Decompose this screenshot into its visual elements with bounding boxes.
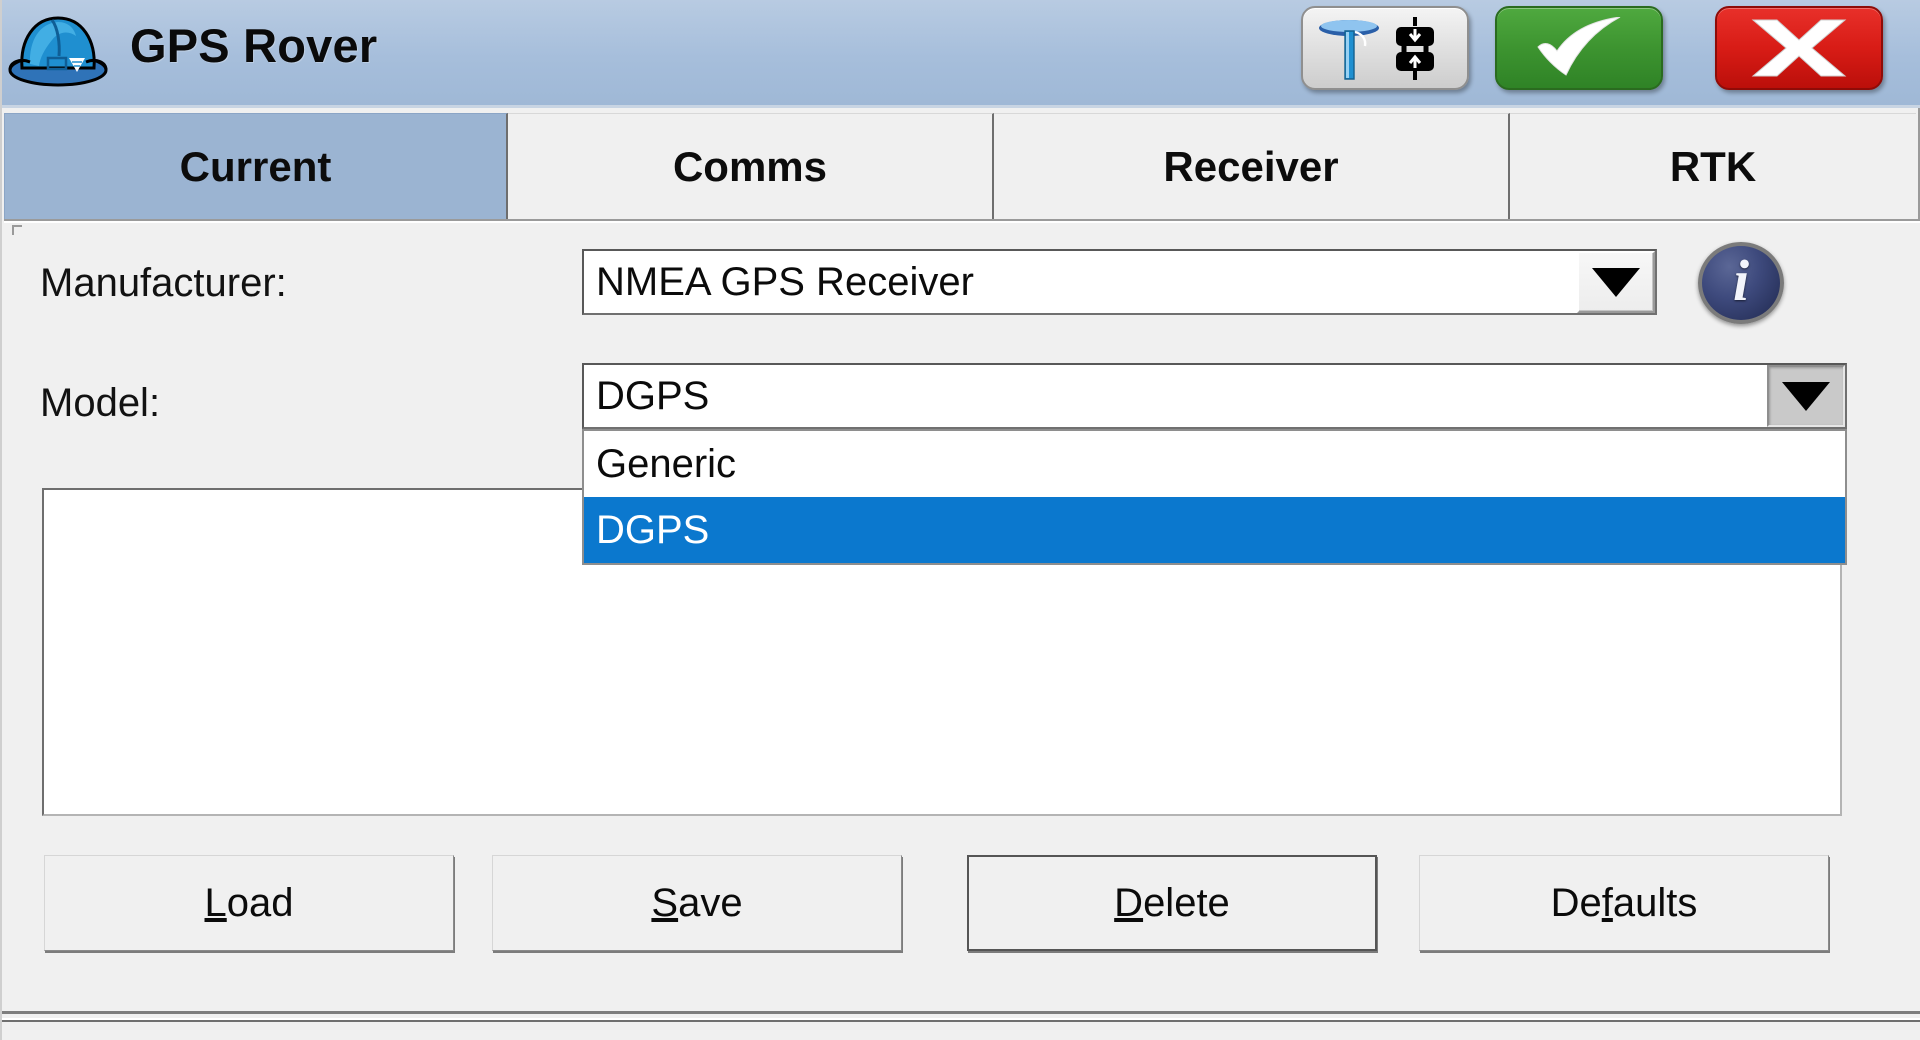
close-button[interactable] — [1715, 6, 1883, 90]
save-button[interactable]: Save — [492, 855, 902, 951]
connect-receiver-button[interactable] — [1301, 6, 1469, 90]
delete-accel: D — [1114, 881, 1143, 926]
manufacturer-dropdown-button[interactable] — [1577, 251, 1655, 313]
tab-receiver[interactable]: Receiver — [994, 113, 1510, 219]
load-rest: oad — [227, 881, 294, 926]
model-dropdown-button[interactable] — [1767, 365, 1845, 427]
title-bar: GPS Rover — [2, 0, 1920, 108]
model-label: Model: — [40, 381, 160, 426]
info-button[interactable]: i — [1698, 242, 1784, 324]
x-close-icon — [1749, 17, 1849, 79]
dropdown-option-dgps[interactable]: DGPS — [584, 497, 1845, 563]
checkmark-icon — [1524, 17, 1634, 79]
tab-current[interactable]: Current — [4, 113, 508, 219]
chevron-down-icon — [1782, 382, 1830, 411]
tab-comms[interactable]: Comms — [508, 113, 994, 219]
save-accel: S — [651, 881, 678, 926]
model-combobox[interactable]: DGPS — [582, 363, 1847, 429]
window-title: GPS Rover — [130, 18, 377, 73]
load-button[interactable]: Load — [44, 855, 454, 951]
defaults-rest: aults — [1613, 881, 1698, 926]
manufacturer-label: Manufacturer: — [40, 261, 287, 306]
model-value: DGPS — [584, 365, 1767, 427]
hard-hat-icon — [6, 6, 110, 88]
manufacturer-value: NMEA GPS Receiver — [584, 251, 1577, 313]
panel-group-corner — [12, 225, 22, 235]
manufacturer-combobox[interactable]: NMEA GPS Receiver — [582, 249, 1657, 315]
antenna-plug-icon — [1315, 15, 1455, 81]
current-tab-panel: Manufacturer: NMEA GPS Receiver i Model:… — [4, 221, 1920, 1011]
window-bottom-edge — [2, 1011, 1920, 1040]
window-bottom-bevel — [2, 1018, 1920, 1022]
model-dropdown-list[interactable]: Generic DGPS — [582, 429, 1847, 565]
delete-rest: elete — [1143, 881, 1230, 926]
chevron-down-icon — [1592, 268, 1640, 297]
action-button-bar: Load Save Delete Defaults — [4, 835, 1920, 955]
tab-rtk[interactable]: RTK — [1510, 113, 1916, 219]
dropdown-option-generic[interactable]: Generic — [584, 431, 1845, 497]
defaults-button[interactable]: Defaults — [1419, 855, 1829, 951]
info-circle-icon: i — [1733, 252, 1749, 310]
gps-rover-window: GPS Rover — [0, 0, 1920, 1040]
defaults-pre: De — [1551, 881, 1602, 926]
load-accel: L — [205, 881, 227, 926]
delete-button[interactable]: Delete — [967, 855, 1377, 951]
save-rest: ave — [678, 881, 743, 926]
tab-strip: Current Comms Receiver RTK — [4, 113, 1920, 221]
accept-button[interactable] — [1495, 6, 1663, 90]
defaults-accel: f — [1602, 881, 1613, 926]
